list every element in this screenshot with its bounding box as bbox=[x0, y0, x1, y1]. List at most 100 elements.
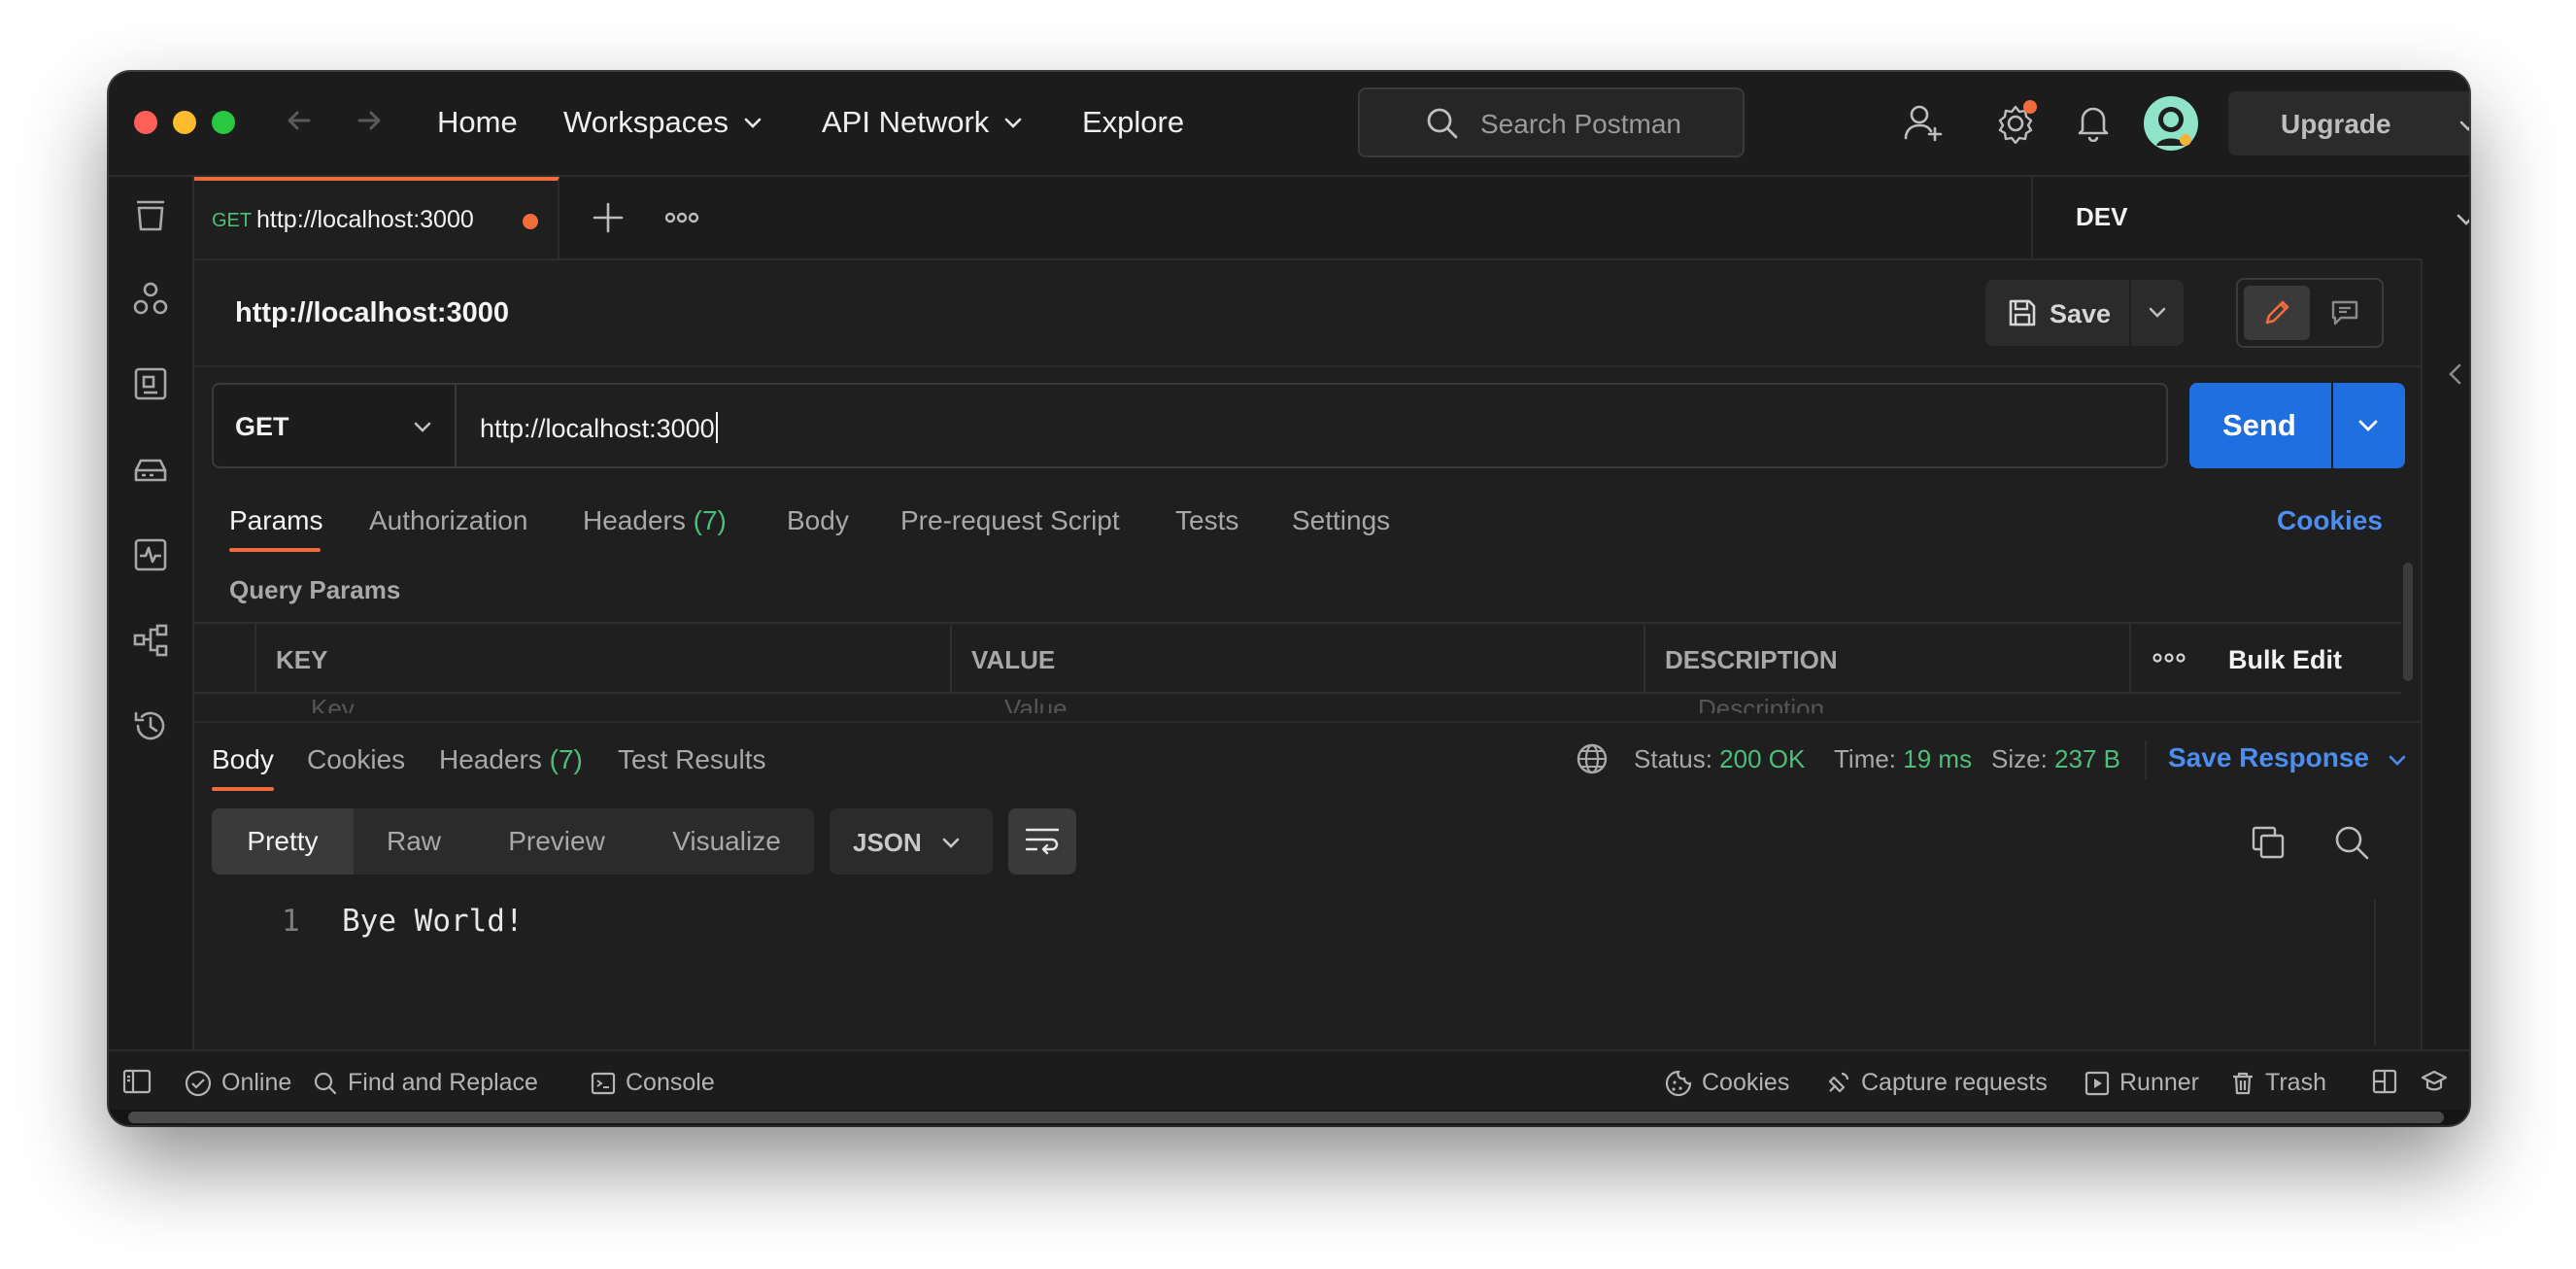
bootcamp-icon[interactable] bbox=[2421, 1069, 2448, 1094]
wrap-lines-button[interactable] bbox=[1008, 808, 1076, 875]
environments-icon[interactable] bbox=[132, 365, 169, 402]
toggle-sidebar-icon[interactable] bbox=[122, 1069, 152, 1094]
view-mode-preview[interactable]: Preview bbox=[474, 808, 639, 875]
runner-button[interactable]: Runner bbox=[2085, 1069, 2199, 1097]
check-circle-icon bbox=[185, 1070, 212, 1096]
console-button[interactable]: Console bbox=[591, 1069, 715, 1097]
console-icon bbox=[591, 1072, 616, 1094]
status-value: 200 OK bbox=[1719, 744, 1806, 773]
column-value: VALUE bbox=[950, 624, 1645, 692]
tab-body[interactable]: Body bbox=[787, 505, 849, 536]
mode-toggle bbox=[2236, 278, 2384, 348]
send-options-button[interactable] bbox=[2333, 383, 2405, 468]
column-value-label: VALUE bbox=[971, 645, 1056, 674]
horizontal-scroll-thumb[interactable] bbox=[128, 1112, 2444, 1123]
tab-headers[interactable]: Headers (7) bbox=[583, 505, 727, 536]
send-button[interactable]: Send bbox=[2189, 383, 2331, 468]
settings-icon[interactable] bbox=[1993, 99, 2038, 144]
nav-api-network[interactable]: API Network bbox=[822, 105, 1024, 140]
view-mode-raw[interactable]: Raw bbox=[354, 808, 474, 875]
method-label: GET bbox=[235, 412, 289, 441]
bulk-edit-button[interactable]: Bulk Edit bbox=[2228, 645, 2342, 675]
save-response-label: Save Response bbox=[2168, 742, 2369, 772]
comment-icon bbox=[2331, 300, 2358, 326]
layout-icon[interactable] bbox=[2372, 1069, 2397, 1094]
view-mode-visualize[interactable]: Visualize bbox=[639, 808, 814, 875]
chevron-left-icon[interactable] bbox=[2446, 361, 2465, 387]
maximize-window-button[interactable] bbox=[212, 111, 235, 134]
upgrade-button[interactable]: Upgrade bbox=[2228, 91, 2469, 155]
request-tab-bar: GET http://localhost:3000 DEV bbox=[194, 177, 2469, 260]
request-tab[interactable]: GET http://localhost:3000 bbox=[194, 177, 559, 258]
nav-workspaces[interactable]: Workspaces bbox=[563, 105, 763, 140]
monitors-icon[interactable] bbox=[132, 536, 169, 573]
url-input[interactable]: http://localhost:3000 bbox=[455, 383, 2168, 468]
meta-divider bbox=[2145, 740, 2147, 779]
search-response-icon[interactable] bbox=[2333, 824, 2370, 861]
table-options-button[interactable] bbox=[2129, 624, 2209, 692]
capture-requests-button[interactable]: Capture requests bbox=[1824, 1069, 2048, 1097]
response-size[interactable]: Size: 237 B bbox=[1991, 744, 2120, 774]
params-scrollbar[interactable] bbox=[2403, 563, 2413, 681]
save-options-button[interactable] bbox=[2131, 280, 2184, 346]
history-icon[interactable] bbox=[132, 707, 169, 744]
time-label: Time: bbox=[1834, 744, 1897, 773]
url-value: http://localhost:3000 bbox=[480, 414, 715, 443]
response-status[interactable]: Status: 200 OK bbox=[1634, 744, 1805, 774]
cookies-button[interactable]: Cookies bbox=[1665, 1069, 1789, 1097]
response-tab-test-results[interactable]: Test Results bbox=[618, 744, 766, 775]
request-title[interactable]: http://localhost:3000 bbox=[235, 297, 509, 329]
tab-params[interactable]: Params bbox=[229, 505, 322, 536]
key-placeholder[interactable]: Key bbox=[311, 694, 355, 713]
copy-icon[interactable] bbox=[2250, 824, 2287, 861]
flows-icon[interactable] bbox=[132, 622, 169, 659]
back-arrow-icon[interactable] bbox=[280, 101, 319, 140]
response-body-text[interactable]: Bye World! bbox=[342, 904, 524, 939]
online-status[interactable]: Online bbox=[185, 1069, 291, 1097]
view-mode-pretty[interactable]: Pretty bbox=[212, 808, 354, 875]
response-time[interactable]: Time: 19 ms bbox=[1834, 744, 1972, 774]
method-select[interactable]: GET bbox=[212, 383, 457, 468]
online-label: Online bbox=[221, 1069, 292, 1096]
chevron-down-icon bbox=[942, 838, 960, 848]
response-tab-headers[interactable]: Headers (7) bbox=[439, 744, 583, 775]
bell-icon[interactable] bbox=[2073, 101, 2114, 142]
close-window-button[interactable] bbox=[134, 111, 157, 134]
comments-button[interactable] bbox=[2314, 286, 2376, 340]
tab-authorization[interactable]: Authorization bbox=[369, 505, 527, 536]
forward-arrow-icon[interactable] bbox=[350, 101, 389, 140]
value-placeholder[interactable]: Value bbox=[1004, 694, 1068, 713]
tab-tests[interactable]: Tests bbox=[1175, 505, 1238, 536]
response-tab-cookies[interactable]: Cookies bbox=[307, 744, 405, 775]
save-response-button[interactable]: Save Response bbox=[2168, 742, 2408, 773]
find-and-replace[interactable]: Find and Replace bbox=[313, 1069, 538, 1097]
console-label: Console bbox=[626, 1069, 715, 1096]
cookies-link[interactable]: Cookies bbox=[2277, 505, 2383, 536]
add-user-icon[interactable] bbox=[1902, 101, 1945, 144]
apis-icon[interactable] bbox=[132, 280, 169, 317]
environment-selector[interactable]: DEV bbox=[2031, 177, 2469, 258]
more-tabs-icon[interactable] bbox=[664, 206, 699, 229]
globe-icon[interactable] bbox=[1576, 742, 1609, 775]
nav-explore[interactable]: Explore bbox=[1082, 105, 1184, 140]
edit-mode-button[interactable] bbox=[2244, 286, 2310, 340]
save-label: Save bbox=[2050, 299, 2112, 328]
response-divider[interactable] bbox=[194, 721, 2421, 723]
format-select[interactable]: JSON bbox=[830, 808, 993, 875]
mock-servers-icon[interactable] bbox=[132, 451, 169, 488]
view-mode-segmented: Pretty Raw Preview Visualize bbox=[212, 808, 814, 875]
tab-settings[interactable]: Settings bbox=[1292, 505, 1390, 536]
horizontal-scrollbar[interactable] bbox=[109, 1110, 2469, 1125]
minimize-window-button[interactable] bbox=[173, 111, 196, 134]
tab-prerequest-script[interactable]: Pre-request Script bbox=[900, 505, 1120, 536]
trash-button[interactable]: Trash bbox=[2230, 1069, 2326, 1097]
pencil-icon bbox=[2265, 300, 2289, 325]
nav-home[interactable]: Home bbox=[437, 105, 518, 140]
collections-icon[interactable] bbox=[132, 196, 169, 233]
avatar-icon[interactable] bbox=[2143, 95, 2199, 152]
save-button[interactable]: Save bbox=[1985, 280, 2129, 346]
new-tab-icon[interactable] bbox=[591, 200, 626, 235]
response-tab-body[interactable]: Body bbox=[212, 744, 274, 775]
search-bar[interactable]: Search Postman bbox=[1358, 87, 1745, 157]
description-placeholder[interactable]: Description bbox=[1698, 694, 1824, 713]
